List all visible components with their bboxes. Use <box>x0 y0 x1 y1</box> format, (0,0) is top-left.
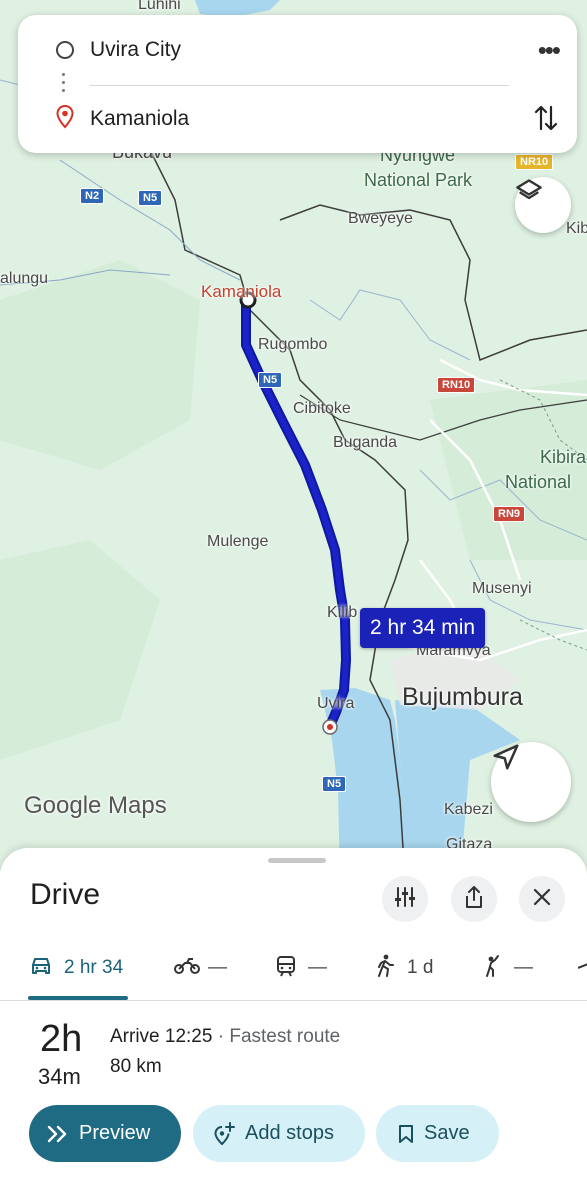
share-icon <box>463 885 485 914</box>
tab-motorcycle-label: — <box>208 957 227 978</box>
tabs-divider <box>0 1000 587 1001</box>
route-distance: 80 km <box>110 1056 162 1077</box>
travel-mode-tabs: 2 hr 34 — — 1 d — <box>0 948 587 1000</box>
map-label-rugombo: Rugombo <box>258 336 328 353</box>
search-divider <box>90 85 509 86</box>
location-pin-icon <box>56 104 74 134</box>
tab-transit[interactable]: — <box>276 948 327 988</box>
map-label-luhihi: Luhihi <box>138 0 181 13</box>
road-shield-rn9: RN9 <box>493 506 526 522</box>
map-label-national-park: National Park <box>364 170 473 190</box>
map-label-uvira: Uvira <box>317 695 355 712</box>
tab-walk-label: 1 d <box>407 957 434 978</box>
tab-drive-label: 2 hr 34 <box>64 957 124 978</box>
route-summary: Arrive 12:25 · Fastest route <box>110 1026 341 1047</box>
tab-motorcycle[interactable]: — <box>174 948 227 988</box>
my-location-button[interactable] <box>491 742 571 822</box>
map-label-bweyeye: Bweyeye <box>348 210 413 227</box>
tab-ride-hail[interactable]: — <box>482 948 533 988</box>
road-shield-n2: N2 <box>80 188 105 204</box>
more-options-button[interactable]: ••• <box>537 35 561 66</box>
route-duration-hours: 2h <box>40 1018 83 1060</box>
destination-row[interactable]: Kamaniola <box>18 99 577 139</box>
bookmark-icon <box>398 1124 414 1144</box>
origin-field[interactable]: Uvira City <box>90 38 181 62</box>
route-search-card: Uvira City Kamaniola ••• <box>18 15 577 153</box>
origin-circle-icon <box>56 41 74 59</box>
preview-button[interactable]: Preview <box>29 1105 181 1162</box>
road-shield-n5: N5 <box>258 372 283 388</box>
tab-ride-hail-label: — <box>514 957 533 978</box>
map-label-cibitoke: Cibitoke <box>293 400 351 417</box>
destination-field[interactable]: Kamaniola <box>90 107 189 131</box>
add-location-icon <box>213 1121 235 1146</box>
ride-hail-icon <box>482 954 502 983</box>
add-stops-label: Add stops <box>245 1122 334 1144</box>
google-maps-logo: Google Maps <box>24 792 167 819</box>
close-button[interactable] <box>519 876 565 922</box>
add-stops-button[interactable]: Add stops <box>193 1105 365 1162</box>
tab-more[interactable] <box>577 948 587 988</box>
sheet-drag-handle[interactable] <box>268 858 326 863</box>
car-icon <box>30 956 52 981</box>
tab-drive[interactable]: 2 hr 34 <box>30 948 123 988</box>
flight-icon <box>577 956 587 981</box>
origin-row[interactable]: Uvira City <box>18 30 577 70</box>
route-duration-tag[interactable]: 2 hr 34 min <box>360 608 486 648</box>
directions-bottom-sheet: Drive 2 hr 34 — — 1 d — 2h 34m Arrive 12… <box>0 848 587 1199</box>
map-label-bujumbura: Bujumbura <box>402 683 523 711</box>
save-button[interactable]: Save <box>376 1105 499 1162</box>
road-shield-n5: N5 <box>138 190 163 206</box>
route-note: Fastest route <box>229 1026 341 1047</box>
walk-icon <box>375 954 395 983</box>
motorcycle-icon <box>174 957 200 980</box>
map-label-kiliba: Kilib <box>327 604 358 621</box>
more-horiz-icon: ••• <box>537 35 561 65</box>
share-button[interactable] <box>451 876 497 922</box>
sheet-title: Drive <box>30 878 101 911</box>
tab-walk[interactable]: 1 d <box>375 948 433 988</box>
map-label-musenyi: Musenyi <box>472 580 532 597</box>
road-shield-rn10: RN10 <box>437 377 476 393</box>
route-duration-minutes: 34m <box>38 1064 81 1089</box>
route-options-button[interactable] <box>382 876 428 922</box>
map-label-kamaniola: Kamaniola <box>201 282 282 301</box>
save-label: Save <box>424 1122 470 1144</box>
map-label-national: National <box>505 472 572 492</box>
map-label-kabezi: Kabezi <box>444 801 493 818</box>
map-label-mulenge: Mulenge <box>207 533 269 550</box>
preview-label: Preview <box>79 1122 151 1144</box>
layers-button[interactable] <box>515 177 571 233</box>
arrival-time: Arrive 12:25 <box>110 1026 213 1047</box>
double-chevron-right-icon <box>47 1125 69 1143</box>
map-label-kalungu: alungu <box>0 270 49 287</box>
map-label-buganda: Buganda <box>333 434 398 451</box>
tune-icon <box>394 886 416 913</box>
train-icon <box>276 955 296 982</box>
map-label-kibira: Kibira <box>540 447 587 467</box>
road-shield-nr10: NR10 <box>515 154 554 170</box>
map-label-kib: Kib <box>566 220 587 237</box>
swap-vertical-icon <box>533 105 559 137</box>
tab-transit-label: — <box>308 957 327 978</box>
swap-directions-button[interactable] <box>533 103 559 138</box>
connector-dots-icon <box>62 73 66 97</box>
close-icon <box>533 888 551 911</box>
road-shield-n5: N5 <box>322 776 347 792</box>
